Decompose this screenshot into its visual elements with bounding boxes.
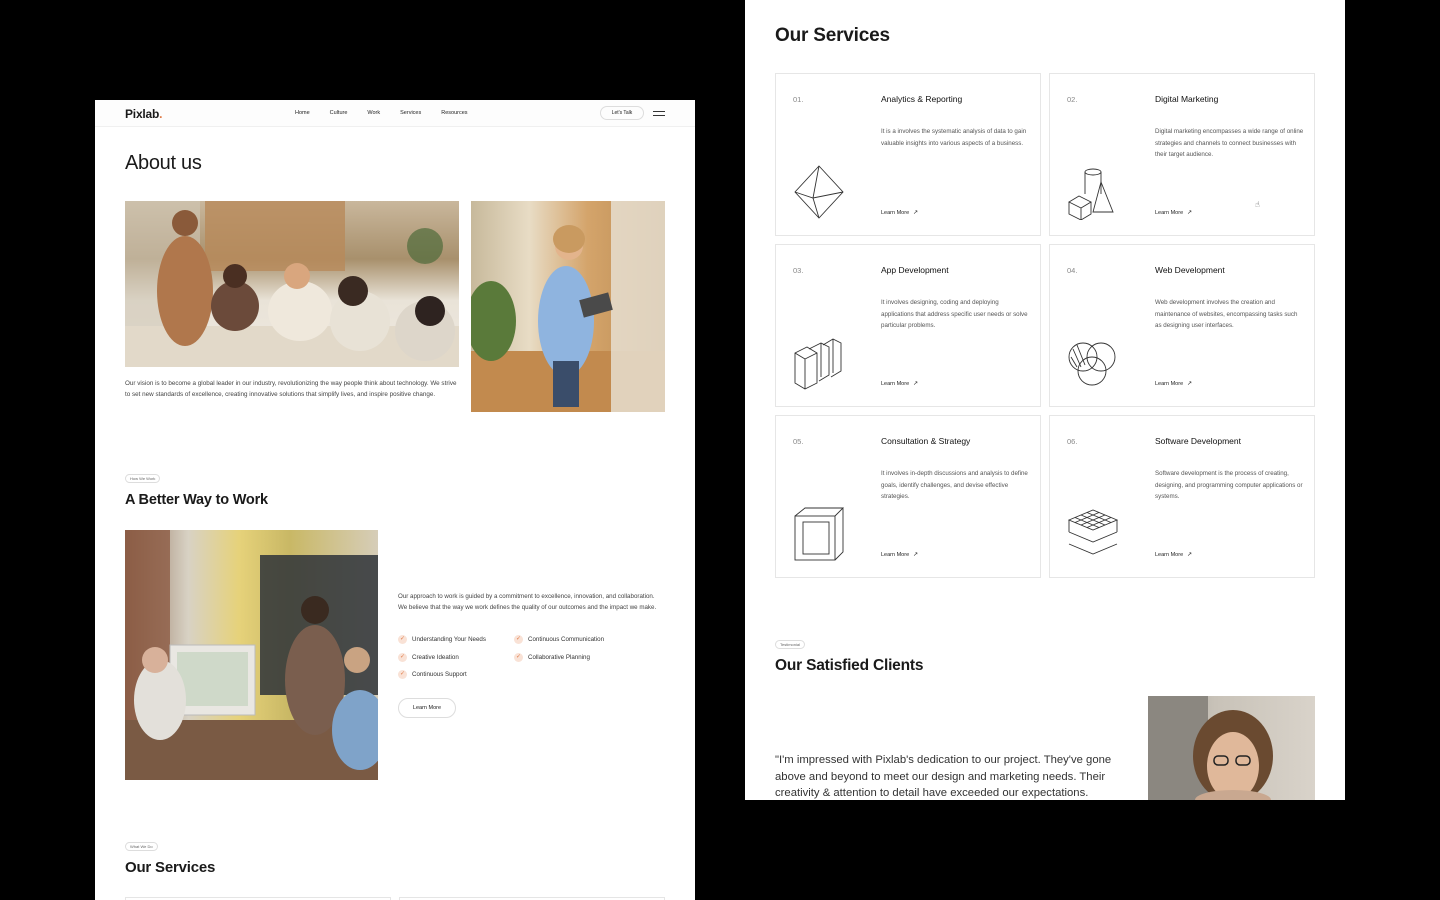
service-title: Web Development [1155, 265, 1225, 275]
learn-more-label: Learn More [881, 552, 910, 558]
nav-item-work[interactable]: Work [367, 110, 380, 116]
section-tag-how-we-work: How We Work [125, 474, 161, 483]
services-page-panel: Our Services 01. Analytics & Reporting I… [745, 0, 1345, 800]
about-page-panel: Pixlab. Home Culture Work Services Resou… [95, 100, 695, 900]
learn-more-link[interactable]: Learn More ↗ [1155, 551, 1192, 558]
section-title-clients: Our Satisfied Clients [775, 657, 924, 674]
service-description: It involves designing, coding and deploy… [881, 299, 1028, 329]
learn-more-link[interactable]: Learn More ↗ [1155, 209, 1192, 216]
service-card-digital-marketing[interactable]: 02. Digital Marketing Digital marketing … [1049, 73, 1315, 236]
mouse-cursor-icon: ☝ [1255, 200, 1260, 209]
check-icon: ✓ [398, 653, 407, 662]
check-item: ✓ Continuous Communication [514, 635, 604, 644]
nav-item-resources[interactable]: Resources [441, 110, 467, 116]
service-number: 03. [793, 266, 804, 275]
service-description: It is a involves the systematic analysis… [881, 128, 1027, 147]
check-label: Understanding Your Needs [412, 636, 486, 643]
arrow-up-right-icon: ↗ [913, 381, 919, 387]
stacked-blocks-icon [794, 338, 842, 390]
service-number: 05. [793, 437, 804, 446]
learn-more-button[interactable]: Learn More [398, 698, 456, 718]
check-label: Creative Ideation [412, 654, 459, 661]
learn-more-label: Learn More [881, 381, 910, 387]
service-description: Software development is the process of c… [1155, 470, 1303, 500]
service-number: 01. [793, 95, 804, 104]
service-card-consultation[interactable]: 05. Consultation & Strategy It involves … [775, 415, 1041, 578]
main-nav: Home Culture Work Services Resources [295, 110, 488, 116]
layered-grid-icon [1067, 509, 1119, 555]
service-title: App Development [881, 265, 949, 275]
arrow-up-right-icon: ↗ [913, 210, 919, 216]
service-title: Digital Marketing [1155, 94, 1219, 104]
logo[interactable]: Pixlab. [125, 107, 163, 121]
check-label: Continuous Communication [528, 636, 605, 643]
check-item: ✓ Understanding Your Needs [398, 635, 486, 644]
venn-circles-icon [1068, 342, 1116, 386]
check-label: Continuous Support [412, 671, 467, 678]
section-title-better-way: A Better Way to Work [125, 492, 268, 508]
service-card-analytics[interactable]: 01. Analytics & Reporting It is a involv… [775, 73, 1041, 236]
service-description: Digital marketing encompasses a wide ran… [1155, 128, 1304, 158]
check-icon: ✓ [398, 670, 407, 679]
site-header: Pixlab. Home Culture Work Services Resou… [95, 100, 695, 127]
woman-with-tablet-photo [471, 201, 665, 412]
service-card-app-development[interactable]: 03. App Development It involves designin… [775, 244, 1041, 407]
nav-item-culture[interactable]: Culture [330, 110, 348, 116]
arrow-up-right-icon: ↗ [1187, 552, 1193, 558]
check-item: ✓ Creative Ideation [398, 653, 459, 662]
page-title: About us [125, 152, 202, 174]
client-portrait-photo [1148, 696, 1315, 800]
section-title-services: Our Services [125, 859, 216, 876]
lets-talk-button[interactable]: Let's Talk [600, 106, 644, 120]
service-number: 02. [1067, 95, 1078, 104]
service-number: 06. [1067, 437, 1078, 446]
service-description: Web development involves the creation an… [1155, 299, 1298, 329]
check-label: Collaborative Planning [528, 654, 590, 661]
arrow-up-right-icon: ↗ [1187, 381, 1193, 387]
learn-more-link[interactable]: Learn More ↗ [881, 209, 918, 216]
learn-more-label: Learn More [1155, 381, 1184, 387]
octahedron-icon [794, 165, 844, 219]
check-item: ✓ Continuous Support [398, 670, 467, 679]
check-icon: ✓ [514, 635, 523, 644]
logo-dot: . [159, 107, 163, 121]
team-meeting-photo [125, 201, 459, 367]
section-tag-testimonial: Testimonial [775, 640, 806, 649]
learn-more-link[interactable]: Learn More ↗ [881, 380, 918, 387]
service-card-software-development[interactable]: 06. Software Development Software develo… [1049, 415, 1315, 578]
arrow-up-right-icon: ↗ [913, 552, 919, 558]
service-title: Software Development [1155, 436, 1241, 446]
learn-more-label: Learn More [1155, 552, 1184, 558]
team-computer-photo [125, 530, 378, 780]
check-icon: ✓ [398, 635, 407, 644]
learn-more-label: Learn More [881, 210, 910, 216]
geometric-shapes-icon [1068, 168, 1114, 220]
wire-cube-icon [794, 507, 845, 561]
logo-text: Pixlab [125, 107, 160, 121]
check-icon: ✓ [514, 653, 523, 662]
arrow-up-right-icon: ↗ [1187, 210, 1193, 216]
about-description: Our vision is to become a global leader … [125, 380, 457, 398]
nav-item-services[interactable]: Services [400, 110, 421, 116]
section-tag-what-we-do: What We Do [125, 842, 158, 851]
service-title: Consultation & Strategy [881, 436, 971, 446]
service-title: Analytics & Reporting [881, 94, 963, 104]
learn-more-link[interactable]: Learn More ↗ [1155, 380, 1192, 387]
nav-item-home[interactable]: Home [295, 110, 310, 116]
section-title-services: Our Services [775, 25, 890, 46]
how-we-work-description: Our approach to work is guided by a comm… [398, 593, 657, 611]
learn-more-label: Learn More [1155, 210, 1184, 216]
service-card-web-development[interactable]: 04. Web Development Web development invo… [1049, 244, 1315, 407]
check-item: ✓ Collaborative Planning [514, 653, 590, 662]
service-number: 04. [1067, 266, 1078, 275]
menu-icon[interactable] [653, 111, 665, 119]
service-description: It involves in-depth discussions and ana… [881, 470, 1028, 500]
testimonial-quote: "I'm impressed with Pixlab's dedication … [775, 754, 1112, 799]
learn-more-link[interactable]: Learn More ↗ [881, 551, 918, 558]
